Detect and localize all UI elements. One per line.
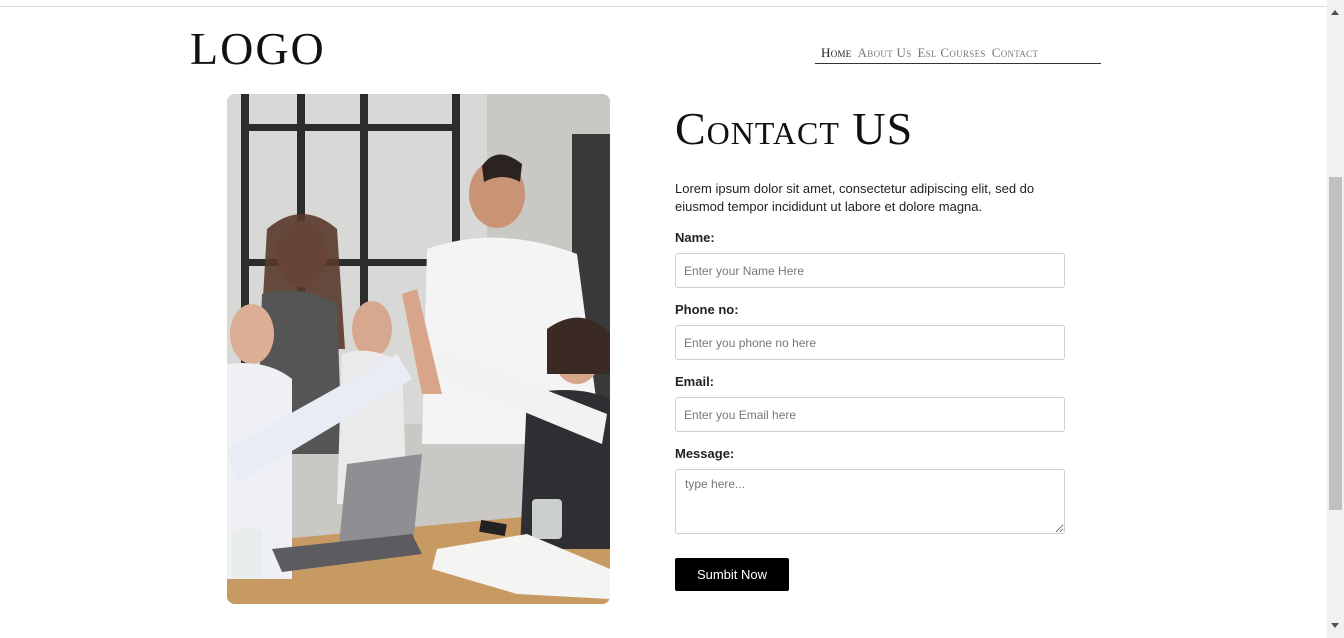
- scroll-up-arrow-icon[interactable]: [1331, 10, 1339, 15]
- team-high-five-photo: [227, 94, 610, 604]
- scrollbar-thumb[interactable]: [1329, 177, 1342, 510]
- intro-text: Lorem ipsum dolor sit amet, consectetur …: [675, 181, 1035, 214]
- site-logo[interactable]: LOGO: [190, 24, 326, 74]
- phone-input[interactable]: [675, 325, 1065, 360]
- message-textarea[interactable]: [675, 469, 1065, 534]
- nav-esl-courses[interactable]: Esl Courses: [918, 45, 986, 61]
- nav-about-us[interactable]: About Us: [858, 45, 912, 61]
- name-input[interactable]: [675, 253, 1065, 288]
- submit-button[interactable]: Sumbit Now: [675, 558, 789, 591]
- phone-label: Phone no:: [675, 302, 739, 317]
- contact-title: Contact US: [675, 103, 914, 154]
- email-input[interactable]: [675, 397, 1065, 432]
- scroll-down-arrow-icon[interactable]: [1331, 623, 1339, 628]
- main-nav: Home About Us Esl Courses Contact: [815, 42, 1101, 64]
- page-scrollbar[interactable]: [1327, 0, 1344, 638]
- browser-top-edge: [0, 0, 1327, 7]
- nav-contact[interactable]: Contact: [992, 45, 1039, 61]
- message-label: Message:: [675, 446, 735, 461]
- nav-home[interactable]: Home: [821, 45, 852, 61]
- name-label: Name:: [675, 230, 715, 245]
- email-label: Email:: [675, 374, 715, 389]
